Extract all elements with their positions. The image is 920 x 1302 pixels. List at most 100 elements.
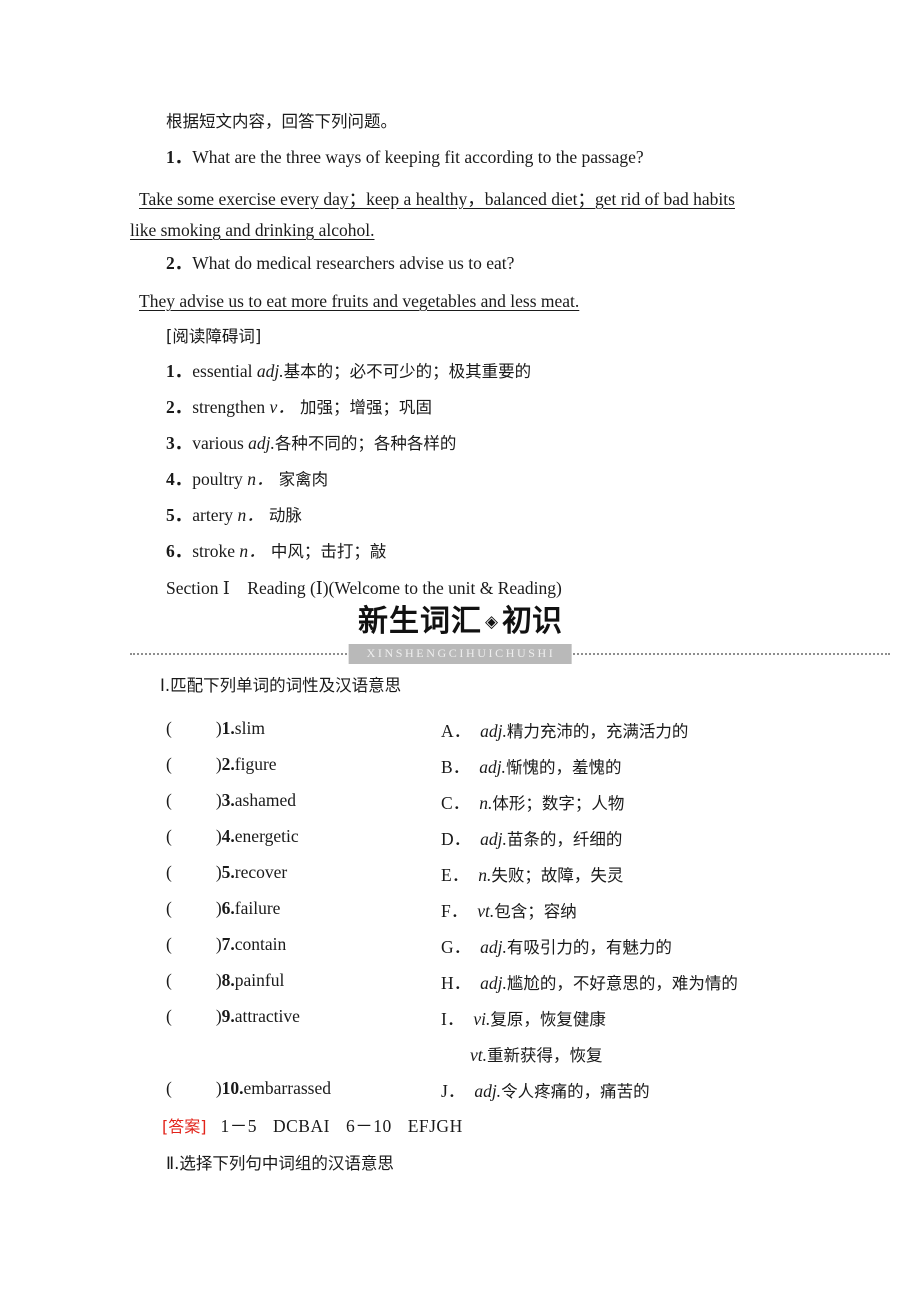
match-item-3[interactable]: ()3.ashamed [166,790,296,811]
definition-meaning: 体形；数字；人物 [492,794,625,813]
hard-word-number: 1． [166,361,193,381]
hard-word-row: 2．strengthen v． 加强；增强；巩固 [166,394,432,419]
hard-word-meaning: 基本的；必不可少的；极其重要的 [283,362,532,381]
answer-key-label: [答案] [162,1117,207,1136]
hard-word-row: 3．various adj.各种不同的；各种各样的 [166,430,456,455]
hard-word-term: artery [192,505,238,525]
banner-pinyin: XINSHENGCIHUICHUSHI [348,644,572,664]
definition-meaning: 惭愧的，羞愧的 [505,758,622,777]
definition-pos: adj. [480,721,507,741]
definition-letter: G． [441,937,472,957]
definition-meaning: 重新获得，恢复 [487,1046,603,1065]
answer-letters-2: EFJGH [407,1116,463,1136]
answer-range-1: 1－5 [220,1116,257,1136]
question-1-number: 1． [166,147,193,167]
definition-a: A． adj.精力充沛的，充满活力的 [441,718,688,743]
match-item-8[interactable]: ()8.painful [166,970,284,991]
match-item-number: 2. [221,754,235,774]
match-item-6[interactable]: ()6.failure [166,898,280,919]
match-item-number: 1. [221,718,235,738]
match-item-word: energetic [234,826,299,846]
hard-word-pos: adj. [256,361,284,381]
match-item-number: 3. [221,790,235,810]
match-item-5[interactable]: ()5.recover [166,862,287,883]
definition-letter: D． [441,829,472,849]
definition-letter: F． [441,901,469,921]
diamond-icon: ◈ [484,612,500,632]
definition-letter: I． [441,1009,465,1029]
match-item-10[interactable]: ()10.embarrassed [166,1078,331,1099]
answer-blank-paren-open: ( [166,754,172,774]
section-banner: 新生词汇 ◈ 初识 XINSHENGCIHUICHUSHI [0,604,920,667]
definition-pos: adj. [474,1081,502,1101]
hard-word-number: 2． [166,397,193,417]
definition-meaning: 令人疼痛的，痛苦的 [501,1082,650,1101]
definition-c: C． n.体形；数字；人物 [441,790,624,815]
hard-word-pos: n． [239,541,266,561]
match-item-7[interactable]: ()7.contain [166,934,286,955]
definition-pos: adj. [480,829,507,849]
hard-word-term: various [192,433,249,453]
definition-meaning: 包含；容纳 [494,902,577,921]
document-page: 根据短文内容，回答下列问题。 1．What are the three ways… [0,0,920,1302]
match-item-1[interactable]: ()1.slim [166,718,265,739]
question-2: 2．What do medical researchers advise us … [166,250,514,276]
banner-title-part2: 初识 [502,604,563,639]
hard-word-pos: adj. [248,433,275,453]
banner-title-part1: 新生词汇 [357,604,482,639]
match-item-9[interactable]: ()9.attractive [166,1006,300,1027]
definition-meaning: 复原，恢复健康 [490,1010,606,1029]
banner-title: 新生词汇 ◈ 初识 [0,604,920,640]
answer-blank-paren-open: ( [166,826,172,846]
definition-letter: E． [441,865,470,885]
definition-j: J． adj.令人疼痛的，痛苦的 [441,1078,650,1103]
match-item-number: 6. [221,898,235,918]
definition-letter: A． [441,721,472,741]
match-item-number: 4. [221,826,235,846]
hard-word-pos: n． [247,469,274,489]
definition-meaning: 苗条的，纤细的 [506,830,623,849]
question-1-text: What are the three ways of keeping fit a… [192,147,644,167]
match-item-word: painful [234,970,285,990]
definition-e: E． n.失败；故障，失灵 [441,862,623,887]
hard-word-row: 6．stroke n． 中风；击打；敲 [166,538,386,563]
answer-blank-paren-open: ( [166,718,172,738]
definition-meaning: 尴尬的，不好意思的，难为情的 [506,974,738,993]
hard-word-meaning: 各种不同的；各种各样的 [274,434,457,453]
match-item-word: slim [234,718,265,738]
definition-pos: vt. [477,901,495,921]
answer-blank-paren-open: ( [166,1006,172,1026]
match-item-word: failure [234,898,281,918]
hard-word-row: 4．poultry n． 家禽肉 [166,466,328,491]
match-item-word: embarrassed [243,1078,331,1098]
match-item-word: figure [234,754,277,774]
match-item-number: 5. [221,862,235,882]
hard-word-term: stroke [192,541,240,561]
answer-2-line-1: They advise us to eat more fruits and ve… [139,291,580,311]
definition-meaning: 失败；故障，失灵 [491,866,624,885]
answer-key-line: [答案] 1－5 DCBAI 6－10 EFJGH [162,1113,463,1138]
reading-check-prompt: 根据短文内容，回答下列问题。 [166,112,397,131]
definition-pos: adj. [479,757,506,777]
question-2-number: 2． [166,253,193,273]
hard-word-meaning: 家禽肉 [273,470,329,489]
definition-pos: adj. [480,937,507,957]
hard-word-pos: v． [269,397,295,417]
match-item-4[interactable]: ()4.energetic [166,826,299,847]
answer-blank-paren-open: ( [166,790,172,810]
answer-blank-paren-open: ( [166,898,172,918]
definition-b: B． adj.惭愧的，羞愧的 [441,754,621,779]
definition-f: F． vt.包含；容纳 [441,898,577,923]
hard-word-number: 6． [166,541,193,561]
answer-blank-paren-open: ( [166,1078,172,1098]
definition-i-continued: vt.重新获得，恢复 [470,1042,603,1066]
definition-letter: C． [441,793,471,813]
definition-letter: H． [441,973,472,993]
match-item-number: 7. [221,934,235,954]
hard-word-number: 4． [166,469,193,489]
answer-blank-paren-open: ( [166,934,172,954]
match-item-word: recover [234,862,288,882]
match-item-2[interactable]: ()2.figure [166,754,277,775]
definition-pos: n. [479,793,493,813]
definition-meaning: 精力充沛的，充满活力的 [506,722,689,741]
